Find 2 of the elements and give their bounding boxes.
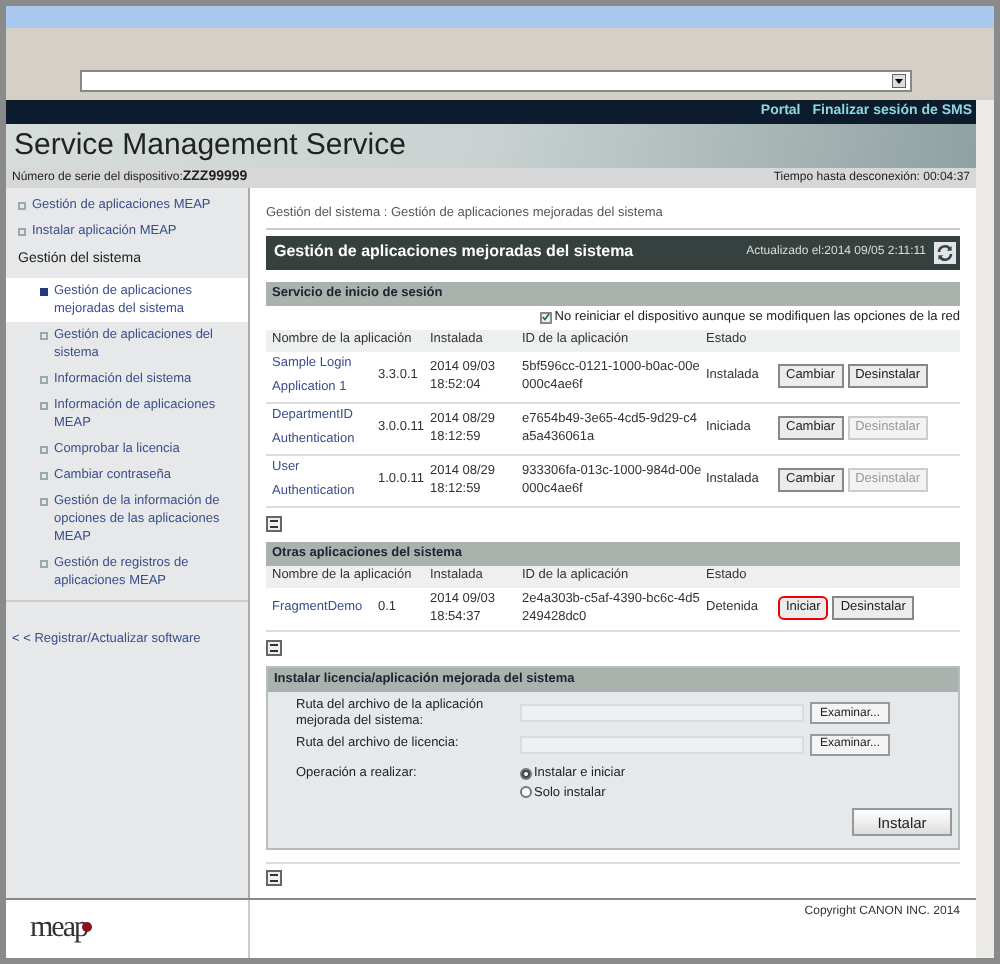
app-title: Service Management Service bbox=[14, 125, 406, 166]
page-title: Gestión de aplicaciones mejoradas del sistema bbox=[274, 240, 634, 265]
